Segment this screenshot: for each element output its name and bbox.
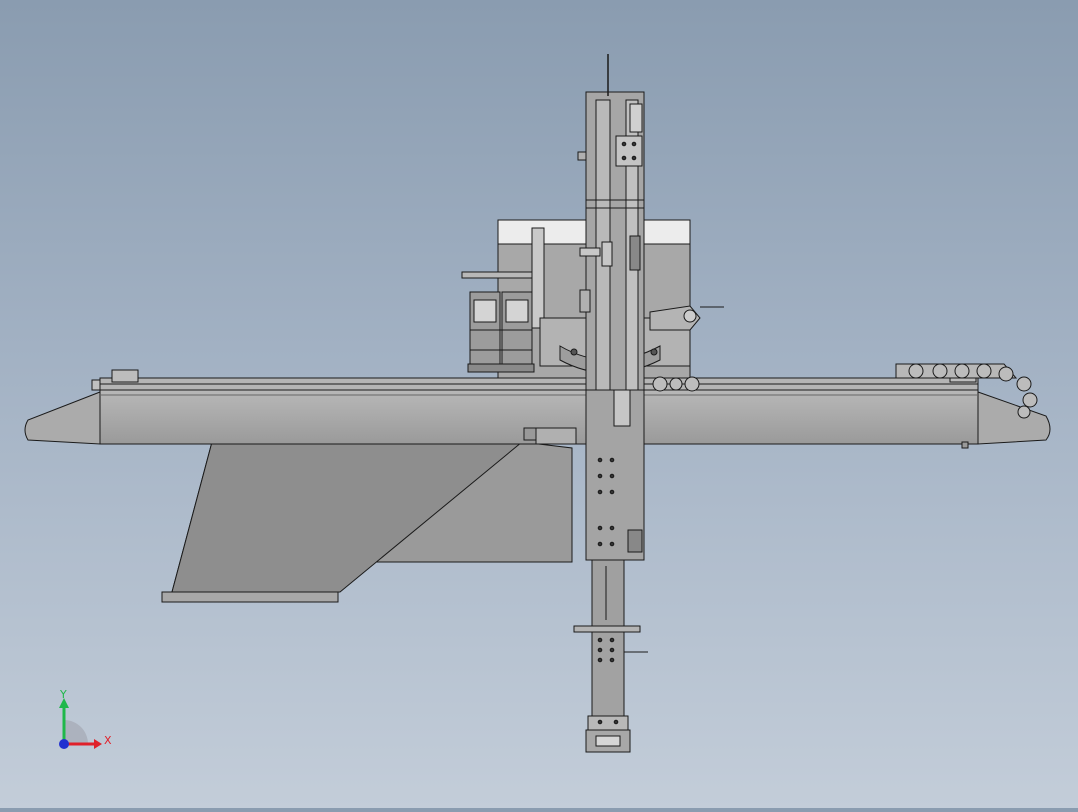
lower-extension-arm	[573, 559, 648, 753]
z-axis-dot-icon	[59, 739, 69, 749]
cad-model-view: Y X	[24, 54, 1051, 753]
cad-viewport[interactable]: Y X	[0, 0, 1078, 808]
coordinate-triad: Y X	[59, 688, 112, 749]
triad-plane-icon	[64, 720, 88, 744]
x-axis-arrowhead-icon	[94, 739, 102, 749]
y-axis-label: Y	[59, 688, 67, 701]
lower-slanted-plate	[161, 441, 573, 603]
x-axis-label: X	[104, 734, 112, 747]
